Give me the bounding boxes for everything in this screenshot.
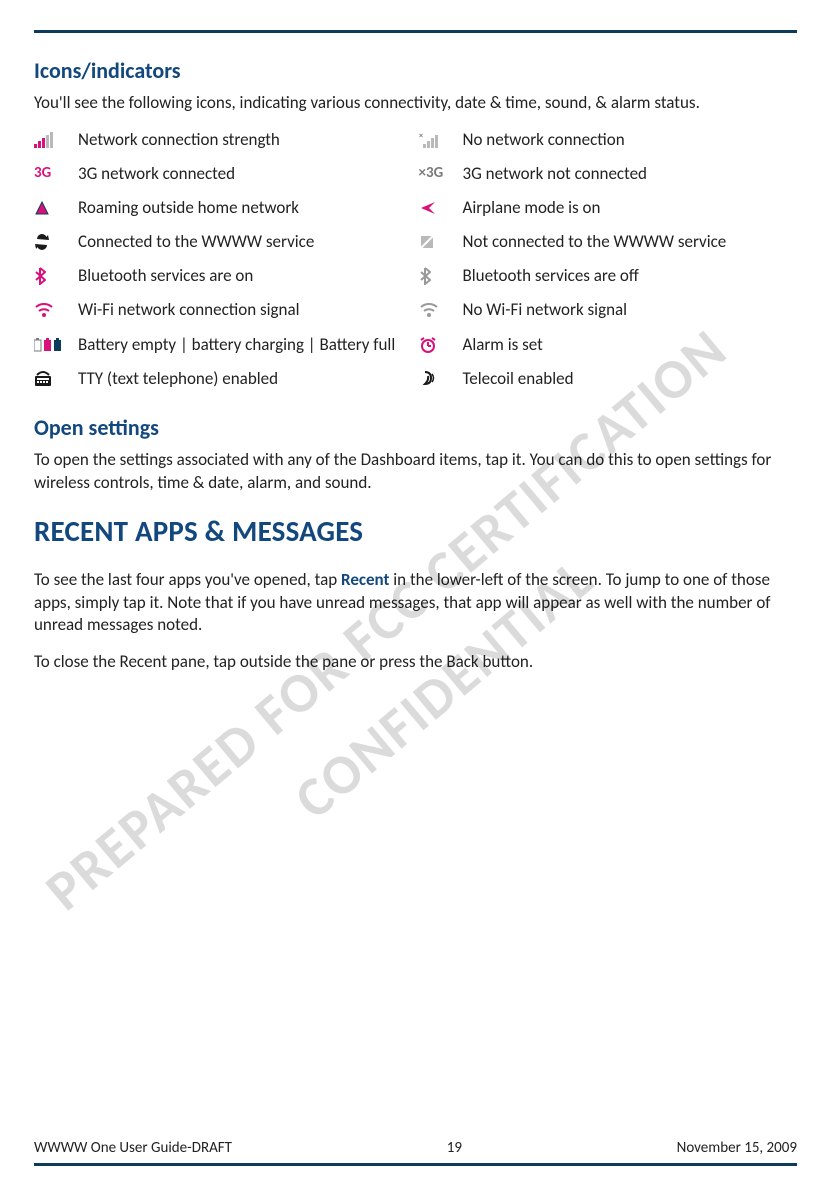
heading-icons: Icons/indicators <box>34 57 797 84</box>
desc-no-3g: 3G network not connected <box>463 163 798 185</box>
desc-wifi-off: No Wi-Fi network signal <box>463 299 798 321</box>
page-footer: WWWW One User Guide-DRAFT 19 November 15… <box>34 1139 797 1166</box>
top-rule <box>34 30 797 33</box>
recent-p1: To see the last four apps you've opened,… <box>34 569 797 638</box>
wifi-on-icon <box>34 299 72 321</box>
desc-tty: TTY (text telephone) enabled <box>78 368 413 390</box>
3g-icon: 3G <box>34 163 72 185</box>
desc-wifi-on: Wi-Fi network connection signal <box>78 299 413 321</box>
desc-alarm: Alarm is set <box>463 334 798 356</box>
desc-bt-off: Bluetooth services are off <box>463 265 798 287</box>
desc-sync-off: Not connected to the WWWW service <box>463 231 798 253</box>
document-page: PREPARED FOR FCC CERTIFICATION CONFIDENT… <box>0 0 831 1190</box>
desc-sync-on: Connected to the WWWW service <box>78 231 413 253</box>
desc-battery: Battery empty | battery charging | Batte… <box>78 334 413 356</box>
recent-word: Recent <box>341 569 389 590</box>
desc-signal: Network connection strength <box>78 129 413 151</box>
heading-open-settings: Open settings <box>34 414 797 441</box>
icon-table: Network connection strength × No network… <box>34 129 797 390</box>
battery-icon <box>34 334 72 356</box>
footer-left: WWWW One User Guide-DRAFT <box>34 1139 232 1157</box>
heading-recent: RECENT APPS & MESSAGES <box>34 513 797 549</box>
intro-text: You'll see the following icons, indicati… <box>34 92 797 115</box>
tty-icon <box>34 368 72 390</box>
no-signal-icon: × <box>419 129 457 151</box>
svg-text:×: × <box>419 132 423 141</box>
telecoil-icon <box>419 368 457 390</box>
wifi-off-icon <box>419 299 457 321</box>
desc-3g: 3G network connected <box>78 163 413 185</box>
desc-no-signal: No network connection <box>463 129 798 151</box>
desc-roaming: Roaming outside home network <box>78 197 413 219</box>
alarm-icon <box>419 334 457 356</box>
bluetooth-on-icon <box>34 265 72 287</box>
desc-bt-on: Bluetooth services are on <box>78 265 413 287</box>
recent-p1a: To see the last four apps you've opened,… <box>34 569 341 590</box>
roaming-icon <box>34 197 72 219</box>
airplane-icon <box>419 197 457 219</box>
bluetooth-off-icon <box>419 265 457 287</box>
desc-telecoil: Telecoil enabled <box>463 368 798 390</box>
sync-on-icon <box>34 231 72 253</box>
footer-right: November 15, 2009 <box>677 1139 797 1157</box>
recent-p2: To close the Recent pane, tap outside th… <box>34 651 797 674</box>
open-settings-body: To open the settings associated with any… <box>34 449 797 495</box>
sync-off-icon <box>419 231 457 253</box>
no-3g-icon: ×3G <box>419 163 457 185</box>
desc-airplane: Airplane mode is on <box>463 197 798 219</box>
signal-bars-icon <box>34 129 72 151</box>
footer-center: 19 <box>447 1139 462 1157</box>
